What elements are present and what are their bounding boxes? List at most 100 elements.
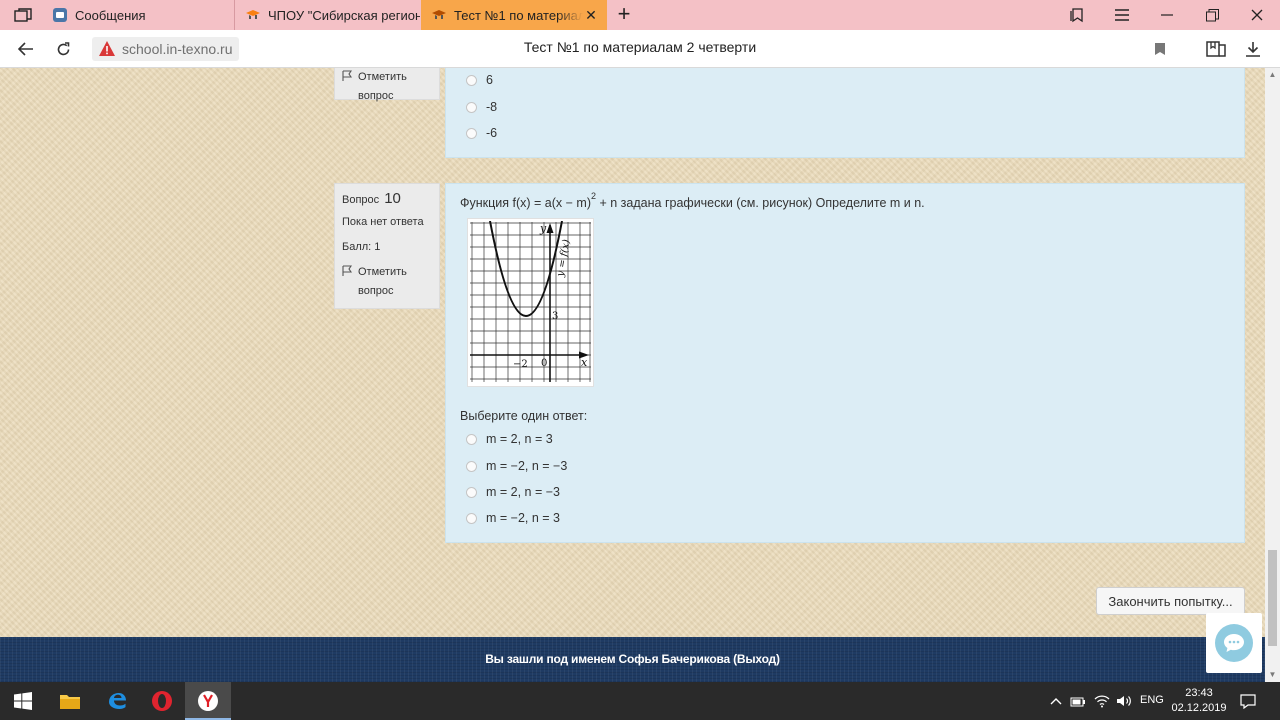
moodle-hat-icon: [245, 7, 261, 23]
page-footer: Вы зашли под именем Софья Бачерикова (Вы…: [0, 637, 1265, 682]
url-host: school.in-texno.ru: [122, 41, 233, 57]
radio-button[interactable]: [466, 486, 477, 498]
tab-title: Сообщения: [75, 7, 146, 23]
url-field[interactable]: school.in-texno.ru: [92, 37, 239, 61]
prev-question-info: Отметить вопрос: [334, 68, 440, 102]
answer-option[interactable]: m = 2, n = −3: [466, 485, 560, 499]
yandex-browser-icon[interactable]: [185, 682, 231, 720]
flag-question-button[interactable]: Отметить вопрос: [342, 263, 432, 301]
radio-button[interactable]: [466, 433, 477, 445]
function-graph-image: y x 3 −2 0 y = f(x): [467, 218, 594, 387]
opera-icon[interactable]: [139, 682, 185, 720]
bookmark-icon[interactable]: [1148, 37, 1172, 61]
option-label: m = −2, n = −3: [486, 459, 568, 473]
question-box: Функция f(x) = a(x − m)2 + n задана граф…: [445, 183, 1245, 543]
option-label: 6: [486, 73, 493, 87]
option-label: m = −2, n = 3: [486, 511, 561, 525]
scroll-up-icon[interactable]: ▲: [1265, 68, 1280, 82]
tab-siberian-college[interactable]: ЧПОУ "Сибирская регион: [234, 0, 420, 30]
browser-tab-bar: Сообщения ЧПОУ "Сибирская регион Тест №1…: [0, 0, 1280, 30]
yandex-collections-icon[interactable]: [1204, 37, 1228, 61]
flag-question-button[interactable]: Отметить вопрос: [342, 68, 432, 106]
tab-test-active[interactable]: Тест №1 по материалам ✕: [421, 0, 607, 30]
parabola-graph: y x 3 −2 0 y = f(x): [470, 220, 591, 382]
option-label: m = 2, n = −3: [486, 485, 561, 499]
chat-icon: [1215, 624, 1253, 662]
tab-title: Тест №1 по материалам: [454, 7, 583, 23]
prev-question-box: 6 -8 -6: [445, 68, 1245, 158]
logged-in-text[interactable]: Вы зашли под именем Софья Бачерикова (Вы…: [0, 652, 1265, 666]
scroll-thumb[interactable]: [1268, 550, 1277, 646]
flag-label-2: вопрос: [358, 90, 394, 102]
answer-option[interactable]: m = −2, n = −3: [466, 459, 567, 473]
finish-attempt-button[interactable]: Закончить попытку...: [1096, 587, 1245, 615]
option-label: -6: [486, 126, 498, 140]
downloads-icon[interactable]: [1241, 37, 1265, 61]
question-label: Вопрос: [342, 194, 380, 206]
option-label: -8: [486, 100, 498, 114]
input-language[interactable]: ENG: [1140, 694, 1164, 706]
close-window-icon[interactable]: [1234, 0, 1280, 30]
flag-icon: [342, 70, 353, 81]
tabs-overview-icon[interactable]: [8, 4, 38, 26]
question-number-value: 10: [384, 190, 401, 207]
radio-button[interactable]: [466, 512, 477, 524]
question-info: Вопрос 10 Пока нет ответа Балл: 1 Отмети…: [334, 183, 440, 309]
windows-start-icon[interactable]: [0, 682, 46, 720]
flag-label-2: вопрос: [358, 285, 394, 297]
moodle-hat-icon: [431, 7, 447, 23]
answer-option[interactable]: -6: [466, 126, 497, 140]
answer-option[interactable]: -8: [466, 100, 497, 114]
bookmarks-manager-icon[interactable]: [1054, 0, 1100, 30]
file-explorer-icon[interactable]: [47, 682, 93, 720]
show-hidden-icons-icon[interactable]: [1048, 693, 1064, 709]
tick-x-label: −2: [513, 359, 528, 370]
restore-icon[interactable]: [1189, 0, 1235, 30]
tab-title: ЧПОУ "Сибирская регион: [268, 7, 420, 23]
page-title: Тест №1 по материалам 2 четверти: [523, 39, 757, 55]
back-arrow-icon[interactable]: [13, 37, 39, 61]
answer-option[interactable]: m = 2, n = 3: [466, 432, 553, 446]
new-tab-button[interactable]: +: [612, 3, 636, 27]
windows-taskbar: ENG 23:43 02.12.2019: [0, 682, 1280, 720]
vk-messages-icon: [52, 7, 68, 23]
origin-label: 0: [541, 358, 547, 369]
insecure-warning-icon[interactable]: [98, 40, 116, 58]
x-axis-label: x: [581, 356, 588, 369]
y-axis-label: y: [539, 222, 547, 235]
question-number: Вопрос 10: [342, 190, 432, 207]
question-text-part: + n задана графически (см. рисунок) Опре…: [596, 196, 925, 211]
radio-button[interactable]: [466, 101, 477, 113]
edge-icon[interactable]: [94, 682, 140, 720]
notifications-icon[interactable]: [1240, 693, 1256, 709]
scroll-down-icon[interactable]: ▼: [1265, 668, 1280, 682]
tab-messages[interactable]: Сообщения: [42, 0, 234, 30]
radio-button[interactable]: [466, 127, 477, 139]
system-clock[interactable]: 23:43 02.12.2019: [1168, 686, 1230, 716]
answer-prompt: Выберите один ответ:: [460, 409, 588, 423]
battery-icon[interactable]: [1070, 693, 1086, 709]
tick-y-label: 3: [552, 311, 558, 322]
chat-widget-button[interactable]: [1206, 613, 1262, 673]
answer-option[interactable]: m = −2, n = 3: [466, 511, 560, 525]
question-score: Балл: 1: [342, 241, 381, 253]
reload-icon[interactable]: [50, 37, 76, 61]
menu-icon[interactable]: [1099, 0, 1145, 30]
exponent: 2: [591, 191, 597, 201]
flag-label: Отметить: [358, 266, 407, 278]
volume-icon[interactable]: [1116, 693, 1132, 709]
close-tab-icon[interactable]: ✕: [583, 7, 599, 24]
radio-button[interactable]: [466, 460, 477, 472]
question-status: Пока нет ответа: [342, 216, 424, 228]
option-label: m = 2, n = 3: [486, 432, 553, 446]
radio-button[interactable]: [466, 74, 477, 86]
answer-option[interactable]: 6: [466, 73, 493, 87]
page-viewport: Отметить вопрос 6 -8 -6 Вопрос 10 Пока не…: [0, 68, 1265, 637]
flag-label: Отметить: [358, 71, 407, 83]
question-text: Функция f(x) = a(x − m)2 + n задана граф…: [460, 191, 925, 211]
minimize-icon[interactable]: [1144, 0, 1190, 30]
page-scrollbar[interactable]: ▲ ▼: [1265, 68, 1280, 682]
wifi-icon[interactable]: [1094, 693, 1110, 709]
flag-icon: [342, 265, 353, 276]
clock-date: 02.12.2019: [1171, 702, 1227, 714]
